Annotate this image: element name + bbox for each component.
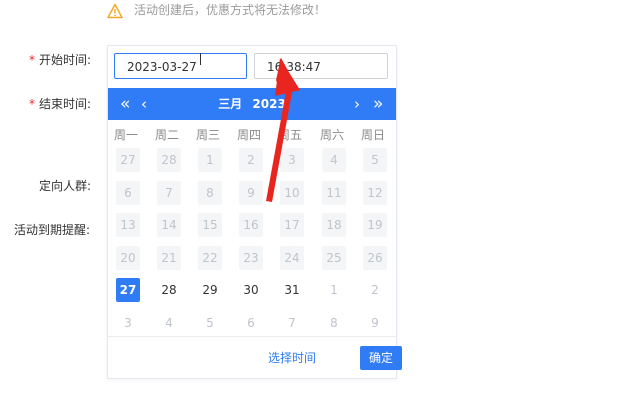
day-cell[interactable]: 28 [157, 278, 181, 302]
double-chevron-right-icon[interactable]: » [373, 88, 383, 120]
calendar-header: « ‹ 三月 2023 › » [108, 88, 396, 120]
weekday-header: 周六 [319, 128, 344, 142]
warning-icon [107, 3, 123, 19]
confirm-button[interactable]: 确定 [360, 346, 402, 370]
day-cell: 3 [124, 316, 132, 330]
weekday-row: 周一 周二 周三 周四 周五 周六 周日 [108, 126, 396, 144]
chevron-right-icon[interactable]: › [354, 88, 360, 120]
day-cell: 5 [206, 316, 214, 330]
day-cell: 12 [363, 180, 387, 205]
weekday-header: 周二 [154, 128, 179, 142]
day-cell[interactable]: 30 [239, 278, 263, 302]
day-cell[interactable]: 31 [280, 278, 304, 302]
day-cell: 15 [198, 213, 222, 238]
day-cell: 20 [116, 245, 140, 270]
day-cell: 25 [322, 245, 346, 270]
day-cell: 5 [363, 148, 387, 172]
reminder-label: 活动到期提醒: [14, 223, 91, 237]
day-cell: 10 [280, 180, 304, 205]
day-cell: 27 [116, 148, 140, 172]
day-cell: 8 [330, 316, 338, 330]
day-cell: 6 [116, 180, 140, 205]
month-label[interactable]: 三月 [218, 97, 242, 111]
day-cell: 22 [198, 245, 222, 270]
day-cell: 9 [239, 180, 263, 205]
weekday-header: 周三 [195, 128, 220, 142]
day-cell: 21 [157, 245, 181, 270]
day-cell[interactable]: 29 [198, 278, 222, 302]
day-cell-selected[interactable]: 27 [116, 278, 140, 303]
weekday-header: 周四 [236, 128, 261, 142]
day-cell: 7 [288, 316, 296, 330]
text-cursor [200, 53, 201, 65]
calendar-title: 三月 2023 [108, 88, 396, 120]
weekday-header: 周日 [360, 128, 385, 142]
day-cell: 23 [239, 245, 263, 270]
day-cell: 18 [322, 213, 346, 238]
day-cell: 6 [247, 316, 255, 330]
day-cell: 26 [363, 245, 387, 270]
notice-text: 活动创建后，优惠方式将无法修改！ [134, 3, 327, 17]
datetime-picker-panel: 2023-03-27 16:38:47 « ‹ 三月 2023 › » 周一 周二… [107, 45, 402, 379]
audience-label: 定向人群: [39, 179, 92, 193]
end-time-label: * 结束时间: [29, 97, 92, 111]
day-cell: 13 [116, 213, 140, 238]
day-cell: 1 [198, 148, 222, 172]
year-label[interactable]: 2023 [252, 97, 285, 111]
footer-divider [108, 336, 396, 337]
day-cell: 2 [239, 148, 263, 172]
weekday-header: 周五 [277, 128, 302, 142]
day-cell: 1 [330, 283, 338, 298]
day-cell: 28 [157, 148, 181, 172]
day-cell: 2 [371, 283, 379, 298]
day-cell: 19 [363, 213, 387, 238]
day-cell: 4 [165, 316, 173, 330]
day-cell: 7 [157, 180, 181, 205]
day-cell: 16 [239, 213, 263, 238]
date-input[interactable]: 2023-03-27 [114, 53, 247, 79]
start-time-label: * 开始时间: [29, 53, 92, 67]
day-cell: 3 [280, 148, 304, 172]
time-input[interactable]: 16:38:47 [254, 53, 388, 79]
select-time-button[interactable]: 选择时间 [268, 349, 316, 367]
day-cell: 11 [322, 180, 346, 205]
day-cell: 8 [198, 180, 222, 205]
day-cell: 14 [157, 213, 181, 238]
weekday-header: 周一 [113, 128, 138, 142]
day-cell: 24 [280, 245, 304, 270]
day-cell: 4 [322, 148, 346, 172]
day-cell: 9 [371, 316, 379, 330]
day-cell: 17 [280, 213, 304, 238]
